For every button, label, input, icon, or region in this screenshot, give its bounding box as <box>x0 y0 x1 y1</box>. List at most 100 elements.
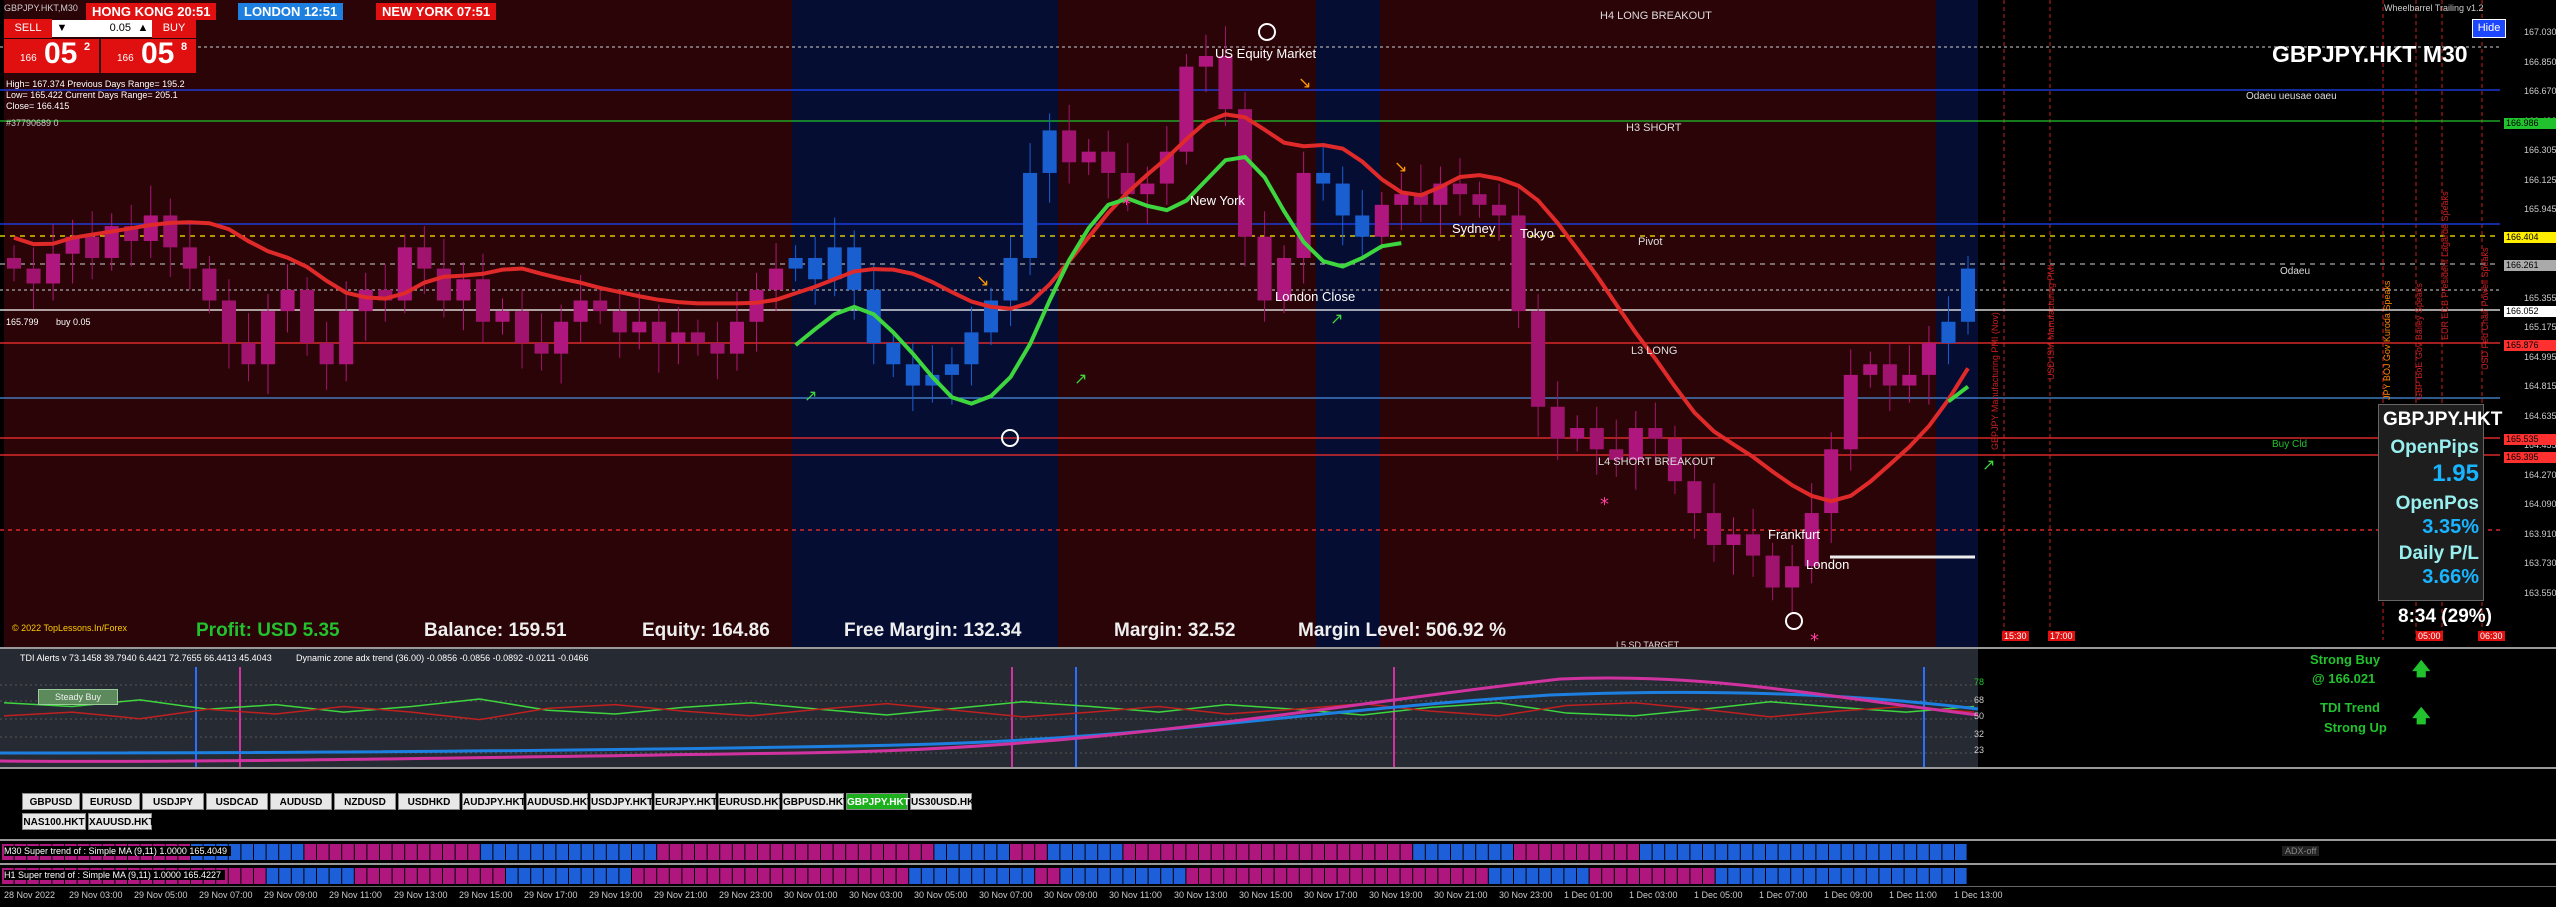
star-marker-icon: * <box>1122 194 1131 215</box>
supertrend-bar <box>1047 868 1060 884</box>
lot-decrease-button[interactable]: ▼ <box>52 20 72 37</box>
strong-buy-arrow-icon: 🡅 <box>2412 659 2431 679</box>
supertrend-bar <box>1778 868 1791 884</box>
candle-body <box>1589 428 1604 450</box>
price-tag: 166.986 <box>2504 118 2556 129</box>
session-new-york: New York <box>1190 193 1245 208</box>
supertrend-bar <box>1224 868 1236 884</box>
supertrend-bar <box>1400 844 1413 860</box>
main-chart-area[interactable]: ↗ ↗ ↗ ↗ ↘ ↘ ↘ * * * HONG KONG 20:51 LONDON 12:51 … <box>0 0 2556 650</box>
supertrend-bar <box>1677 844 1690 860</box>
supertrend-bar <box>1413 844 1425 860</box>
supertrend-bar <box>947 844 959 860</box>
session-london: London <box>1806 557 1850 572</box>
symbol-button[interactable]: USDJPY.HKT <box>590 793 653 810</box>
candle-body <box>6 257 22 269</box>
candle-body <box>456 279 471 301</box>
sell-price-sup: 2 <box>84 41 91 53</box>
candle-body <box>847 247 862 290</box>
symbol-button[interactable]: NAS100.HKT <box>22 813 86 830</box>
supertrend-bar <box>1614 844 1627 860</box>
supertrend-bar <box>468 844 480 860</box>
candle-body <box>1355 215 1370 237</box>
supertrend-bar <box>632 844 644 860</box>
time-axis-label: 1 Dec 11:00 <box>1889 890 1937 900</box>
candle-body <box>1687 481 1702 514</box>
candle-body <box>1198 56 1213 67</box>
supertrend-bar <box>1236 868 1249 884</box>
time-axis-label: 1 Dec 09:00 <box>1824 890 1873 900</box>
supertrend-bar <box>821 868 833 884</box>
price-axis-label: 166.305 <box>2524 145 2556 155</box>
supertrend-bar <box>1564 844 1576 860</box>
time-axis-label: 29 Nov 15:00 <box>459 890 513 900</box>
price-axis-label: 163.730 <box>2524 558 2556 568</box>
symbol-button[interactable]: US30USD.HKT <box>910 793 980 810</box>
supertrend-bar <box>354 868 367 884</box>
symbol-button[interactable]: USDHKD <box>398 793 460 810</box>
buy-button[interactable]: BUY <box>152 19 196 38</box>
symbol-button[interactable]: GBPJPY.HKT <box>846 793 910 810</box>
supertrend-bar <box>1438 868 1450 884</box>
time-axis-label: 1 Dec 01:00 <box>1564 890 1613 900</box>
candle-body <box>1003 257 1018 301</box>
symbol-button[interactable]: AUDJPY.HKT <box>462 793 526 810</box>
symbol-button[interactable]: GBPUSD.HKT <box>782 793 849 810</box>
supertrend-bar <box>581 868 594 884</box>
symbol-button[interactable]: EURJPY.HKT <box>654 793 717 810</box>
level-right-top: Odaeu ueusae oaeu <box>2246 91 2337 102</box>
symbol-button[interactable]: AUDUSD.HKT <box>526 793 593 810</box>
supertrend-bar <box>1728 868 1740 884</box>
supertrend-bar <box>1665 868 1677 884</box>
supertrend-bar <box>1879 868 1891 884</box>
lot-size-input[interactable]: 0.05 <box>72 20 134 37</box>
supertrend-bar <box>443 844 455 860</box>
hide-button[interactable]: Hide <box>2472 19 2506 38</box>
supertrend-bar <box>354 844 367 860</box>
supertrend-bar <box>1085 868 1098 884</box>
price-axis-label: 164.270 <box>2524 469 2556 480</box>
candle-body <box>1042 130 1057 173</box>
symbol-button[interactable]: USDJPY <box>142 793 204 810</box>
candle-body <box>690 332 705 344</box>
symbol-button[interactable]: GBPUSD <box>22 793 80 810</box>
buy-arrow-icon: ↗ <box>804 386 817 405</box>
tdi-trend-arrow-icon: 🡅 <box>2412 706 2431 726</box>
adx-off-label[interactable]: ADX-off <box>2282 846 2320 856</box>
price-axis-label: 164.815 <box>2524 381 2556 391</box>
symbol-button[interactable]: EURUSD.HKT <box>718 793 785 810</box>
session-tokyo: Tokyo <box>1520 226 1554 241</box>
supertrend-bar <box>695 868 707 884</box>
supertrend-bar <box>657 868 669 884</box>
supertrend-bar <box>506 868 518 884</box>
supertrend-bar <box>1148 844 1161 860</box>
buy-price-box[interactable]: 166 05 8 <box>101 37 196 73</box>
sell-price-box[interactable]: 166 05 2 <box>4 37 99 73</box>
session-shading <box>1316 0 1380 647</box>
symbol-button[interactable]: NZDUSD <box>334 793 396 810</box>
supertrend-bar <box>795 844 808 860</box>
symbol-button[interactable]: USDCAD <box>206 793 268 810</box>
supertrend-bar <box>846 844 858 860</box>
price-chart-svg[interactable]: ↗ ↗ ↗ ↗ ↘ ↘ ↘ * * * <box>0 0 2556 647</box>
supertrend-bar <box>745 844 757 860</box>
clock-hong-kong: HONG KONG 20:51 <box>86 3 217 20</box>
supertrend-bar <box>1148 868 1161 884</box>
lot-increase-button[interactable]: ▲ <box>134 20 152 37</box>
supertrend-bar <box>342 868 354 884</box>
sell-button[interactable]: SELL <box>4 19 52 38</box>
supertrend-bar <box>1476 844 1488 860</box>
symbol-button[interactable]: XAUUSD.HKT <box>88 813 155 830</box>
supertrend-bar <box>1551 844 1564 860</box>
supertrend-bar <box>972 844 984 860</box>
symbol-button[interactable]: EURUSD <box>82 793 140 810</box>
supertrend-bar <box>1816 868 1828 884</box>
buy-line-label[interactable]: buy 0.05 <box>56 317 91 327</box>
supertrend-bar <box>1652 844 1665 860</box>
supertrend-bar <box>1841 844 1854 860</box>
tdi-indicator-panel[interactable]: TDI Alerts v 73.1458 39.7940 6.4421 72.7… <box>0 647 2556 767</box>
supertrend-m30-label: M30 Super trend of : Simple MA (9,11) 1.… <box>4 846 231 856</box>
symbol-button[interactable]: AUDUSD <box>270 793 332 810</box>
candle-body <box>729 321 745 354</box>
supertrend-bar <box>1035 844 1047 860</box>
